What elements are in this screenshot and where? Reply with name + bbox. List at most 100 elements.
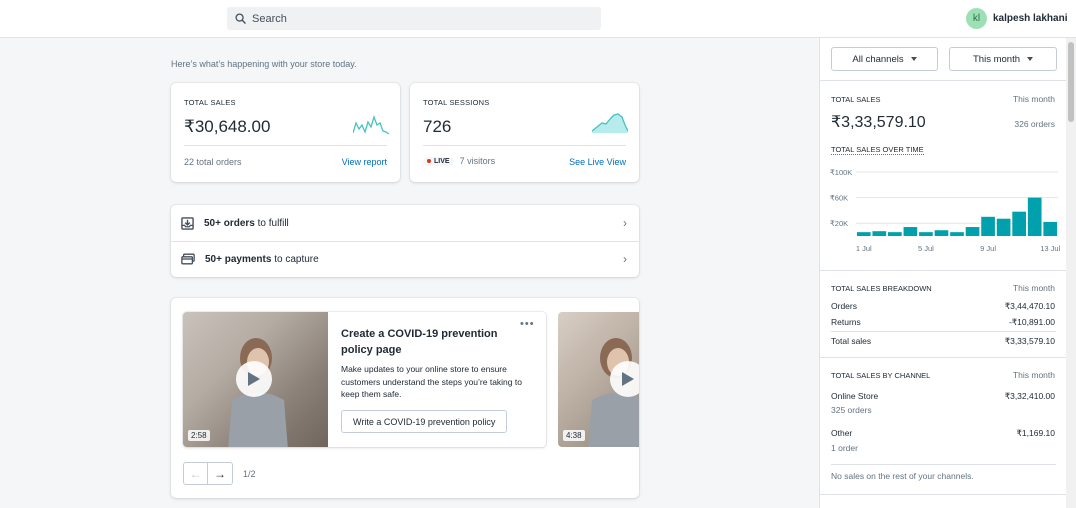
breakdown-label: TOTAL SALES BREAKDOWN <box>831 284 932 293</box>
page-indicator: 1/2 <box>243 468 256 479</box>
play-button[interactable] <box>610 361 639 397</box>
x-tick-label: 13 Jul <box>1040 244 1060 253</box>
view-report-link[interactable]: View report <box>342 157 387 167</box>
channel-online-store-orders: 325 orders <box>831 405 872 415</box>
next-video-thumbnail[interactable]: 4:38 <box>558 312 639 447</box>
user-menu[interactable]: kl kalpesh lakhani <box>966 8 1067 29</box>
arrow-left-icon[interactable]: ← <box>183 462 208 485</box>
scrollbar-thumb[interactable] <box>1068 42 1074 122</box>
video-thumbnail[interactable]: 2:58 <box>183 312 328 447</box>
y-tick-label: ₹100K <box>830 168 852 177</box>
more-options-icon[interactable]: ••• <box>520 318 535 330</box>
tasks-card: 50+ orders to fulfill › 50+ payments to … <box>171 205 639 277</box>
by-channel-label: TOTAL SALES BY CHANNEL <box>831 371 931 380</box>
live-dot-icon <box>427 159 431 163</box>
carousel-pager: ← → 1/2 <box>183 462 256 485</box>
sales-over-time-label: TOTAL SALES OVER TIME <box>831 145 924 155</box>
sales-sparkline <box>353 114 389 135</box>
chart-bar <box>981 216 995 236</box>
play-icon <box>248 372 260 386</box>
payments-icon <box>181 253 195 265</box>
see-live-view-link[interactable]: See Live View <box>569 157 626 167</box>
video-carousel-card: 2:58 Create a COVID-19 prevention policy… <box>171 298 639 498</box>
arrow-right-icon[interactable]: → <box>208 462 233 485</box>
write-policy-button[interactable]: Write a COVID-19 prevention policy <box>341 410 508 433</box>
live-badge: LIVE <box>423 156 454 166</box>
scrollbar[interactable] <box>1066 38 1076 508</box>
breakdown-returns-value: -₹10,891.00 <box>1008 317 1055 327</box>
channel-select-value: All channels <box>852 53 904 65</box>
right-panel: All channels This month TOTAL SALES This… <box>819 38 1067 508</box>
orders-to-fulfill-row[interactable]: 50+ orders to fulfill › <box>171 205 639 241</box>
caret-down-icon <box>1027 57 1033 61</box>
live-row: LIVE 7 visitors <box>423 156 495 166</box>
chart-bar <box>856 232 871 236</box>
total-sales-card: TOTAL SALES ₹30,648.00 22 total orders V… <box>171 83 400 182</box>
divider <box>831 464 1056 465</box>
chart-bar <box>1043 221 1058 236</box>
breakdown-orders-label: Orders <box>831 301 857 311</box>
channel-other-name: Other <box>831 428 853 438</box>
y-tick-label: ₹20K <box>830 219 848 228</box>
total-sessions-label: TOTAL SESSIONS <box>423 98 490 107</box>
y-tick-label: ₹60K <box>830 194 848 203</box>
video-title: Create a COVID-19 prevention policy page <box>341 328 498 356</box>
live-label: LIVE <box>434 157 450 165</box>
breakdown-orders-value: ₹3,44,470.10 <box>1004 301 1055 311</box>
video-description: Make updates to your online store to ens… <box>341 364 522 399</box>
total-sales-period: This month <box>1012 94 1055 104</box>
channel-online-store-name: Online Store <box>831 391 879 401</box>
chevron-right-icon: › <box>623 216 627 230</box>
divider <box>820 357 1067 358</box>
chart-bar <box>950 232 964 236</box>
x-tick-label: 5 Jul <box>918 244 934 253</box>
total-sales-orders: 326 orders <box>1014 119 1055 129</box>
payments-task-text: 50+ payments to capture <box>205 253 319 265</box>
divider <box>184 145 387 146</box>
channel-select[interactable]: All channels <box>831 47 938 71</box>
breakdown-returns-label: Returns <box>831 317 861 327</box>
orders-icon <box>181 216 194 230</box>
breakdown-total-value: ₹3,33,579.10 <box>1004 336 1055 346</box>
visitors-text: 7 visitors <box>459 156 496 166</box>
total-sales-label: TOTAL SALES <box>184 98 236 107</box>
no-sales-note: No sales on the rest of your channels. <box>831 471 974 481</box>
x-tick-label: 9 Jul <box>980 244 996 253</box>
avatar[interactable]: kl <box>966 8 987 29</box>
sales-over-time-chart: ₹20K ₹60K ₹100K 1 Jul 5 Jul 9 Jul 13 Jul <box>830 168 1061 253</box>
search-bar[interactable] <box>227 7 601 30</box>
breakdown-total-label: Total sales <box>831 336 872 346</box>
chevron-right-icon: › <box>623 252 627 266</box>
chart-bar <box>1027 197 1042 236</box>
intro-text: Here’s what’s happening with your store … <box>171 59 357 69</box>
chart-bar <box>903 227 918 236</box>
total-orders-text: 22 total orders <box>184 157 242 167</box>
period-select-value: This month <box>973 53 1020 65</box>
divider <box>820 80 1067 81</box>
breakdown-period: This month <box>1012 283 1055 293</box>
total-sales-value: ₹3,33,579.10 <box>831 114 926 131</box>
play-button[interactable] <box>236 361 272 397</box>
search-input[interactable] <box>252 12 582 25</box>
user-name[interactable]: kalpesh lakhani <box>993 13 1067 24</box>
chart-bar <box>965 227 980 236</box>
orders-task-text: 50+ orders to fulfill <box>204 217 289 229</box>
channel-other-orders: 1 order <box>831 443 858 453</box>
total-sessions-value: 726 <box>423 117 452 136</box>
sessions-sparkline <box>592 113 628 133</box>
total-sales-label: TOTAL SALES <box>831 95 881 104</box>
period-select[interactable]: This month <box>949 47 1057 71</box>
video-duration: 2:58 <box>188 430 210 441</box>
video-card: 2:58 Create a COVID-19 prevention policy… <box>183 312 546 447</box>
chart-bar <box>919 232 933 236</box>
divider <box>423 145 626 146</box>
divider <box>831 331 1056 332</box>
search-icon <box>235 13 246 24</box>
chart-bar <box>1012 211 1026 236</box>
divider <box>820 270 1067 271</box>
chart-bar <box>872 231 887 236</box>
payments-to-capture-row[interactable]: 50+ payments to capture › <box>171 241 639 277</box>
total-sales-value: ₹30,648.00 <box>184 117 271 136</box>
total-sessions-card: TOTAL SESSIONS 726 LIVE 7 visitors See L… <box>410 83 639 182</box>
channel-online-store-value: ₹3,32,410.00 <box>1004 391 1055 401</box>
